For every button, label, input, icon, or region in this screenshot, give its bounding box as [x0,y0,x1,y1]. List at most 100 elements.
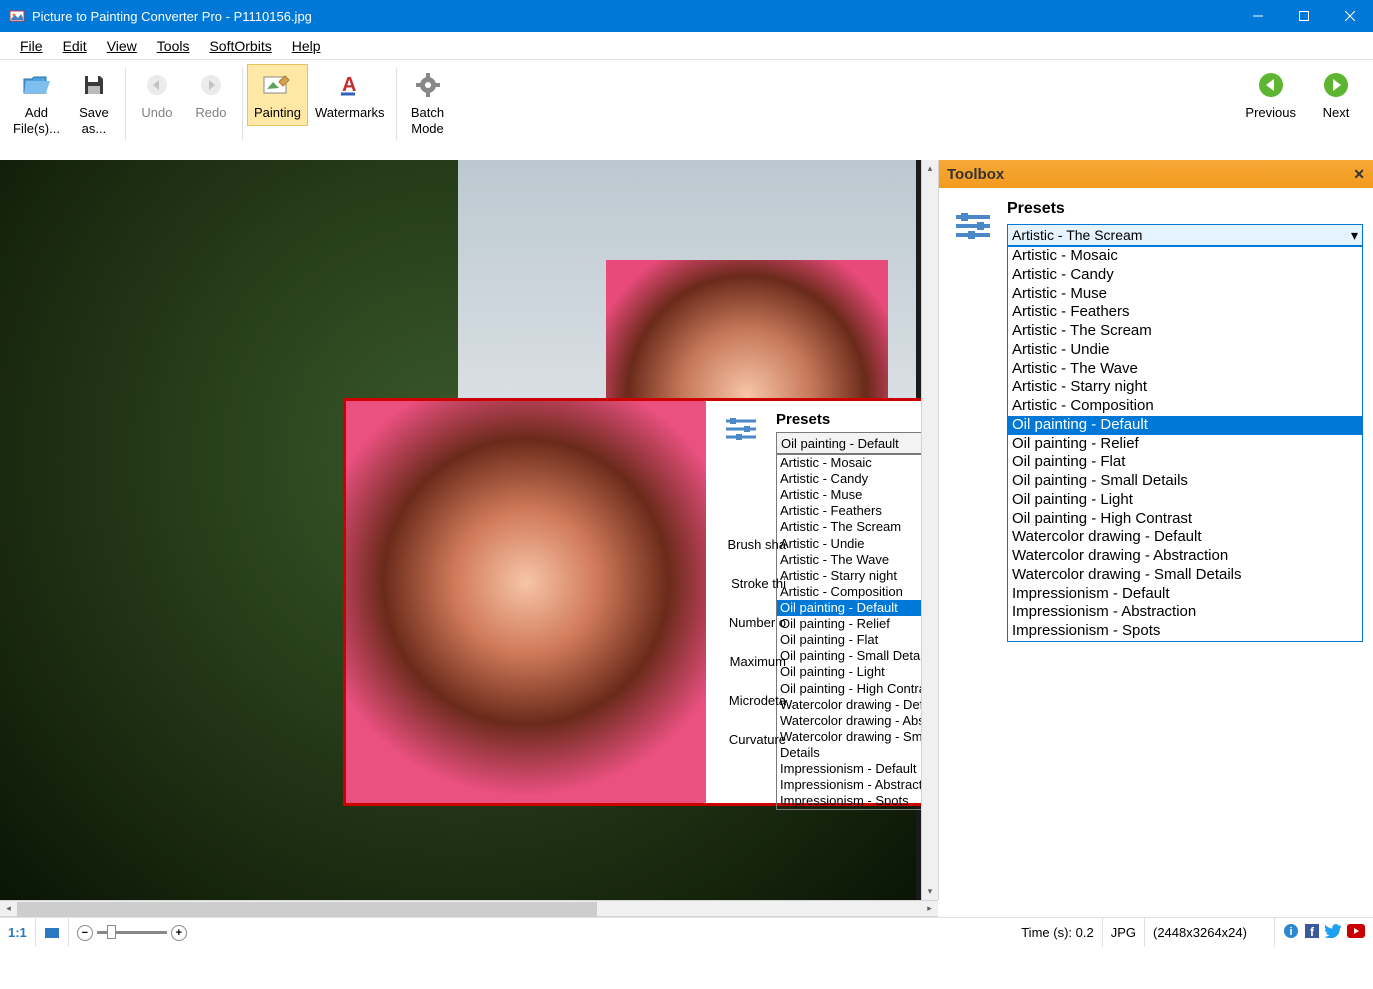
title-bar: Picture to Painting Converter Pro - P111… [0,0,1373,32]
menu-softorbits[interactable]: SoftOrbits [199,36,281,56]
preset-item[interactable]: Artistic - Undie [777,536,921,552]
preset-item[interactable]: Artistic - Starry night [777,568,921,584]
scroll-left-icon[interactable]: ◂ [0,903,17,914]
folder-open-icon [20,69,52,101]
batch-mode-button[interactable]: BatchMode [401,64,455,141]
preset-item[interactable]: Artistic - Candy [777,471,921,487]
preset-item[interactable]: Oil painting - High Contrast [1008,510,1362,529]
previous-button[interactable]: Previous [1238,64,1303,126]
youtube-icon[interactable] [1347,924,1365,941]
app-icon [8,7,26,25]
preset-item[interactable]: Watercolor drawing - Default [1008,528,1362,547]
menu-file[interactable]: File [10,36,53,56]
facebook-icon[interactable]: f [1305,924,1319,941]
previous-icon [1255,69,1287,101]
menu-bar: File Edit View Tools SoftOrbits Help [0,32,1373,60]
maximize-button[interactable] [1281,0,1327,32]
preset-item[interactable]: Oil painting - Light [777,664,921,680]
painting-button[interactable]: Painting [247,64,308,126]
preset-item[interactable]: Impressionism - Abstraction [777,777,921,793]
preset-item[interactable]: Oil painting - High Contrast [777,681,921,697]
preset-item[interactable]: Artistic - Candy [1008,266,1362,285]
menu-tools[interactable]: Tools [147,36,200,56]
preset-item[interactable]: Watercolor drawing - Default [777,697,921,713]
preset-item[interactable]: Artistic - Undie [1008,341,1362,360]
menu-edit[interactable]: Edit [53,36,97,56]
preset-item[interactable]: Artistic - Feathers [777,503,921,519]
preset-item[interactable]: Artistic - Muse [1008,285,1362,304]
save-as-button[interactable]: Saveas... [67,64,121,141]
toolbox-title: Toolbox [947,166,1004,183]
preset-item[interactable]: Oil painting - Flat [777,632,921,648]
inset-preset-dropdown[interactable]: Oil painting - Default ▾ [776,432,921,454]
preset-item[interactable]: Impressionism - Default [1008,585,1362,604]
zoom-slider[interactable]: − + [69,925,195,941]
vertical-scrollbar[interactable]: ▴ ▾ [921,160,938,900]
undo-icon [141,69,173,101]
add-files-button[interactable]: AddFile(s)... [6,64,67,141]
watermarks-button[interactable]: A Watermarks [308,64,392,126]
canvas[interactable]: Presets Oil painting - Default ▾ Artisti… [0,160,921,900]
zoom-track[interactable] [97,931,167,934]
preset-item[interactable]: Watercolor drawing - Small Details [1008,566,1362,585]
inset-preview [346,401,706,803]
scroll-down-icon[interactable]: ▾ [922,883,938,900]
preset-item[interactable]: Oil painting - Light [1008,491,1362,510]
preset-item[interactable]: Watercolor drawing - Abstraction [1008,547,1362,566]
scroll-up-icon[interactable]: ▴ [922,160,938,177]
preset-item[interactable]: Oil painting - Default [1008,416,1362,435]
preset-item[interactable]: Artistic - Starry night [1008,378,1362,397]
preset-item[interactable]: Artistic - Composition [777,584,921,600]
preset-item[interactable]: Oil painting - Small Details [1008,472,1362,491]
twitter-icon[interactable] [1325,924,1341,941]
inset-selected-value: Oil painting - Default [781,436,899,451]
preset-item[interactable]: Watercolor drawing - Small Details [777,729,921,761]
preset-item[interactable]: Oil painting - Relief [777,616,921,632]
minimize-button[interactable] [1235,0,1281,32]
preset-item[interactable]: Impressionism - Abstraction [1008,603,1362,622]
chevron-down-icon: ▾ [1351,227,1358,244]
status-format: JPG [1103,918,1145,947]
undo-button[interactable]: Undo [130,64,184,126]
close-button[interactable] [1327,0,1373,32]
next-button[interactable]: Next [1309,64,1363,126]
sliders-icon [724,417,758,444]
zoom-out-button[interactable]: − [77,925,93,941]
preset-item[interactable]: Artistic - The Wave [777,552,921,568]
preset-item[interactable]: Artistic - Mosaic [1008,247,1362,266]
preset-item[interactable]: Oil painting - Flat [1008,453,1362,472]
preset-item[interactable]: Impressionism - Spots [777,793,921,809]
toolbox-close-button[interactable]: ✕ [1353,166,1365,183]
preset-dropdown[interactable]: Artistic - The Scream ▾ [1007,224,1363,246]
preset-list[interactable]: Artistic - MosaicArtistic - CandyArtisti… [1007,246,1363,642]
preset-item[interactable]: Oil painting - Default [777,600,921,616]
preset-item[interactable]: Impressionism - Default [777,761,921,777]
preset-item[interactable]: Watercolor drawing - Abstraction [777,713,921,729]
window-title: Picture to Painting Converter Pro - P111… [32,9,1235,24]
preset-item[interactable]: Artistic - The Scream [1008,322,1362,341]
painting-icon [261,69,293,101]
inset-preset-list[interactable]: Artistic - MosaicArtistic - CandyArtisti… [776,454,921,810]
info-icon[interactable]: i [1283,923,1299,942]
preset-item[interactable]: Artistic - Mosaic [777,455,921,471]
preset-item[interactable]: Impressionism - Spots [1008,622,1362,641]
scroll-right-icon[interactable]: ▸ [921,903,938,914]
menu-help[interactable]: Help [282,36,331,56]
preset-item[interactable]: Artistic - Muse [777,487,921,503]
horizontal-scrollbar[interactable]: ◂ ▸ [0,900,938,917]
preset-item[interactable]: Artistic - Feathers [1008,303,1362,322]
preset-item[interactable]: Artistic - The Wave [1008,360,1362,379]
content-area: Presets Oil painting - Default ▾ Artisti… [0,160,1373,900]
zoom-in-button[interactable]: + [171,925,187,941]
menu-view[interactable]: View [97,36,147,56]
fit-icon [44,927,60,939]
redo-button[interactable]: Redo [184,64,238,126]
status-bar: 1:1 − + Time (s): 0.2 JPG (2448x3264x24)… [0,917,1373,947]
redo-icon [195,69,227,101]
preset-item[interactable]: Oil painting - Small Details [777,648,921,664]
zoom-actual-button[interactable]: 1:1 [0,918,36,947]
preset-item[interactable]: Artistic - The Scream [777,519,921,535]
preset-item[interactable]: Oil painting - Relief [1008,435,1362,454]
fit-screen-button[interactable] [36,918,69,947]
preset-item[interactable]: Artistic - Composition [1008,397,1362,416]
